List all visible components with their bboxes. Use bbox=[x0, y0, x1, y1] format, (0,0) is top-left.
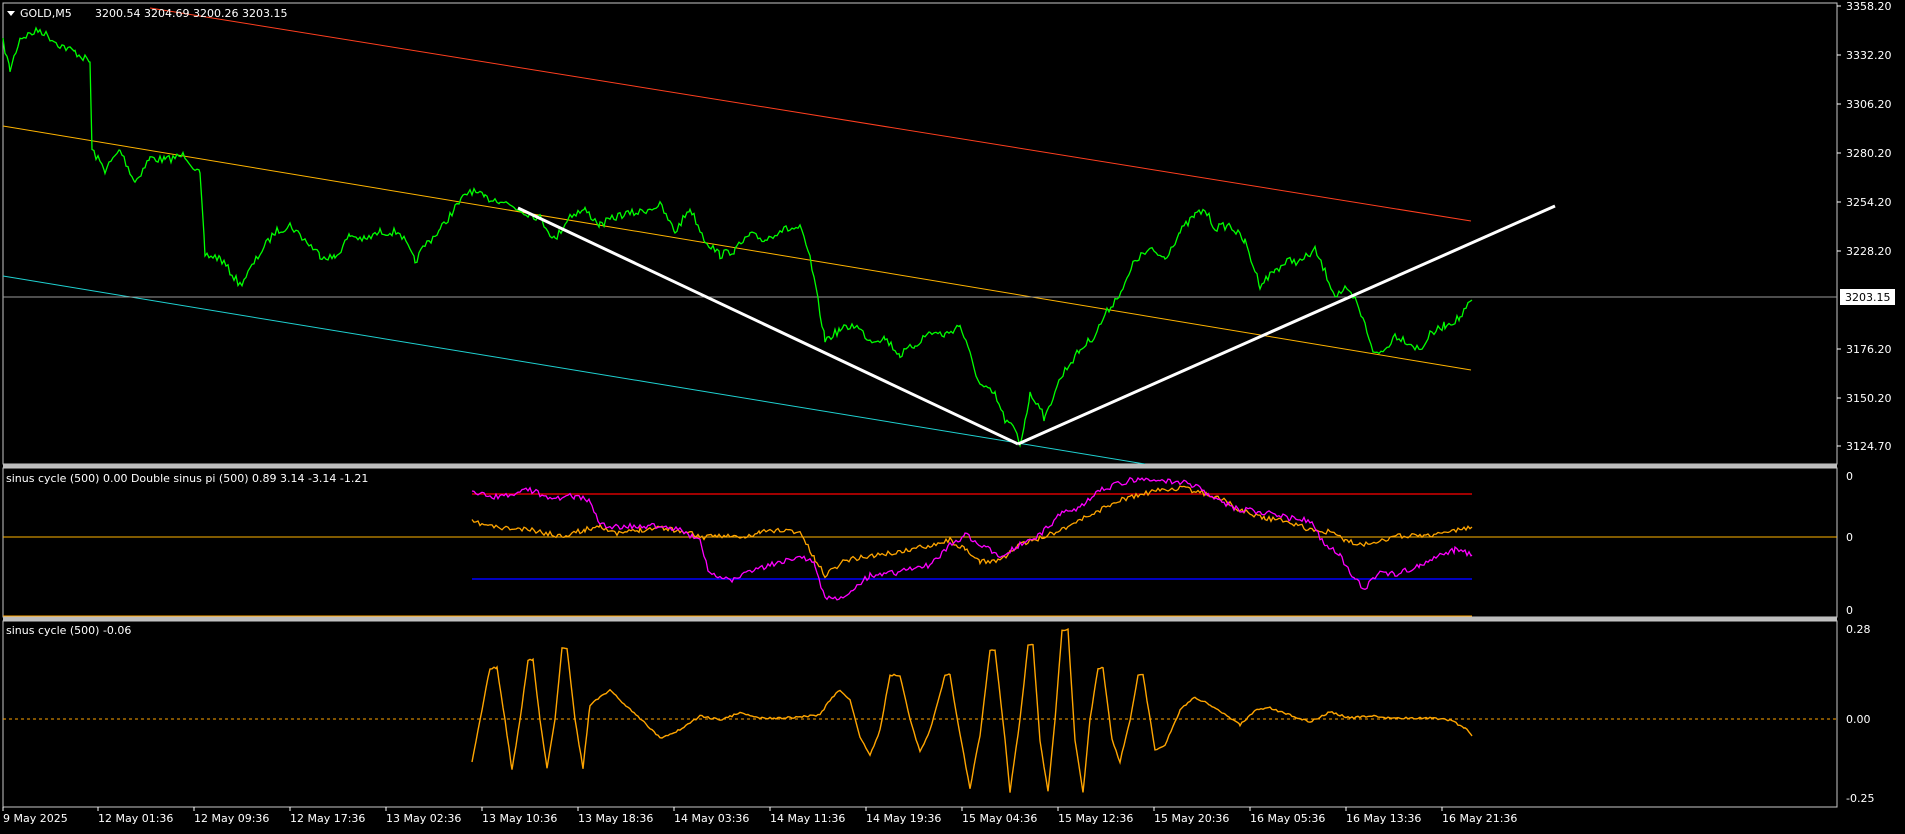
indicator2-frame bbox=[2, 620, 1838, 808]
time-tick: 9 May 2025 bbox=[3, 812, 68, 825]
pane-splitter[interactable] bbox=[3, 617, 1837, 621]
time-tick: 15 May 12:36 bbox=[1058, 812, 1133, 825]
indicator2-tick: 0.28 bbox=[1846, 623, 1871, 636]
indicator1-tick: 0 bbox=[1846, 470, 1853, 483]
time-tick: 16 May 21:36 bbox=[1442, 812, 1517, 825]
main-price-scale[interactable]: 3358.20 3332.20 3306.20 3280.20 3254.20 … bbox=[1837, 0, 1895, 453]
time-tick: 13 May 10:36 bbox=[482, 812, 557, 825]
price-tick: 3280.20 bbox=[1846, 147, 1892, 160]
indicator1-scale[interactable]: 0 0 0 bbox=[1846, 470, 1853, 617]
price-tick: 3150.20 bbox=[1846, 392, 1892, 405]
price-tick: 3228.20 bbox=[1846, 245, 1892, 258]
indicator2-tick: -0.25 bbox=[1846, 792, 1874, 805]
indicator-pane-sinus-cycle[interactable]: sinus cycle (500) -0.06 bbox=[2, 620, 1838, 808]
time-tick: 15 May 04:36 bbox=[962, 812, 1037, 825]
indicator-pane-double-sinus[interactable]: sinus cycle (500) 0.00 Double sinus pi (… bbox=[2, 467, 1838, 618]
price-tick: 3176.20 bbox=[1846, 343, 1892, 356]
price-tick: 3254.20 bbox=[1846, 196, 1892, 209]
time-tick: 12 May 09:36 bbox=[194, 812, 269, 825]
time-tick: 16 May 05:36 bbox=[1250, 812, 1325, 825]
indicator1-tick: 0 bbox=[1846, 604, 1853, 617]
indicator2-scale[interactable]: 0.28 0.00 -0.25 bbox=[1846, 623, 1874, 805]
price-tick: 3306.20 bbox=[1846, 98, 1892, 111]
main-plot-frame bbox=[2, 2, 1838, 465]
main-price-pane[interactable]: GOLD,M5 3200.54 3204.69 3200.26 3203.15 bbox=[2, 2, 1838, 465]
indicator1-frame bbox=[2, 467, 1838, 618]
time-tick: 16 May 13:36 bbox=[1346, 812, 1421, 825]
indicator1-tick: 0 bbox=[1846, 531, 1853, 544]
time-tick: 15 May 20:36 bbox=[1154, 812, 1229, 825]
time-tick: 13 May 02:36 bbox=[386, 812, 461, 825]
price-tick: 3124.70 bbox=[1846, 440, 1892, 453]
time-tick: 14 May 03:36 bbox=[674, 812, 749, 825]
price-tick: 3358.20 bbox=[1846, 0, 1892, 13]
indicator2-label: sinus cycle (500) -0.06 bbox=[6, 624, 131, 637]
indicator2-tick: 0.00 bbox=[1846, 713, 1871, 726]
time-tick: 12 May 01:36 bbox=[98, 812, 173, 825]
time-tick: 12 May 17:36 bbox=[290, 812, 365, 825]
time-tick: 14 May 19:36 bbox=[866, 812, 941, 825]
chart-window[interactable]: GOLD,M5 3200.54 3204.69 3200.26 3203.15 … bbox=[0, 0, 1905, 830]
time-tick: 13 May 18:36 bbox=[578, 812, 653, 825]
chart-symbol-label: GOLD,M5 bbox=[20, 7, 72, 20]
current-price-value: 3203.15 bbox=[1845, 291, 1891, 304]
time-tick: 14 May 11:36 bbox=[770, 812, 845, 825]
time-axis[interactable]: 9 May 2025 12 May 01:36 12 May 09:36 12 … bbox=[2, 807, 1517, 825]
chart-ohlc-values: 3200.54 3204.69 3200.26 3203.15 bbox=[95, 7, 287, 20]
indicator1-label: sinus cycle (500) 0.00 Double sinus pi (… bbox=[6, 472, 368, 485]
price-tick: 3332.20 bbox=[1846, 49, 1892, 62]
pane-splitter[interactable] bbox=[3, 464, 1837, 468]
